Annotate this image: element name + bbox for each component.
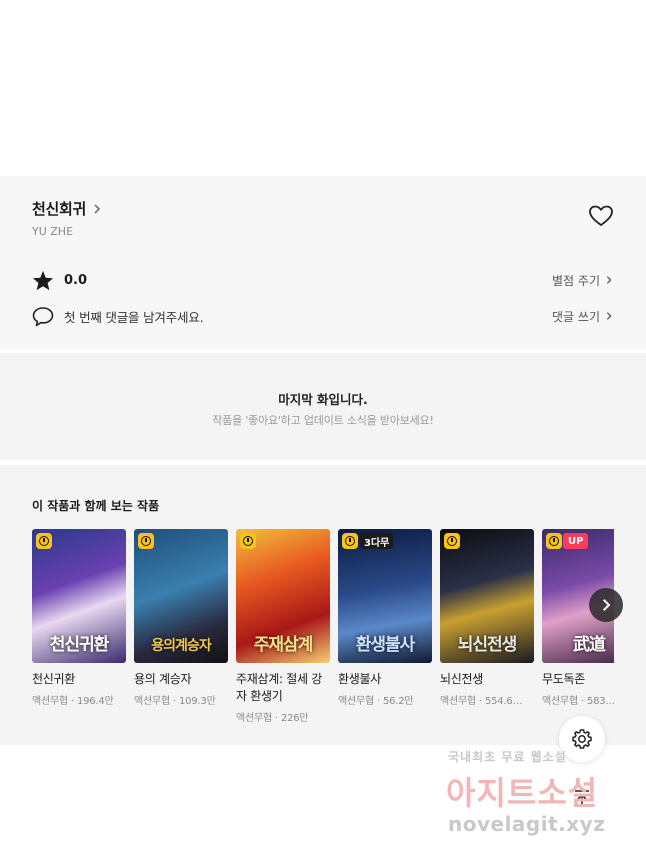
recommendation-item[interactable]: 천신귀환 천신귀환 액션무협 · 196.4만 [32, 529, 126, 724]
cover-title: 武道 [573, 635, 606, 655]
recommendation-section: 이 작품과 함께 보는 작품 천신귀환 천신귀환 액션무협 · 196.4만 용… [0, 465, 646, 745]
write-comment-label: 댓글 쓰기 [552, 309, 600, 324]
chevron-right-icon [606, 276, 612, 284]
item-views: 554.6… [484, 696, 523, 707]
cover-title: 천신귀환 [49, 635, 110, 655]
rate-button-label: 별점 주기 [552, 273, 600, 288]
chevron-right-icon [602, 599, 611, 611]
recommendation-item[interactable]: 주재삼계 주재삼계: 절세 강자 환생기 액션무협 · 226만 [236, 529, 330, 724]
recommendation-item[interactable]: UP 武道 무도독존 액션무협 · 583.… [542, 529, 614, 724]
clock-icon [342, 533, 358, 549]
cover-title: 주재삼계 [253, 635, 314, 655]
work-title: 천신회귀 [32, 200, 87, 218]
item-views: 109.3만 [178, 696, 216, 707]
item-title: 천신귀환 [32, 672, 75, 686]
last-episode-subtitle: 작품을 '좋아요'하고 업데이트 소식을 받아보세요! [212, 414, 434, 427]
recommendation-item[interactable]: 뇌신전생 뇌신전생 액션무협 · 554.6… [440, 529, 534, 724]
cover-image: 3다무 환생불사 [338, 529, 432, 663]
gear-icon [572, 729, 592, 749]
meta-separator: · [170, 696, 179, 707]
badge-up: UP [563, 533, 589, 549]
rate-button[interactable]: 별점 주기 [552, 272, 614, 289]
clock-icon [240, 533, 256, 549]
write-comment-button[interactable]: 댓글 쓰기 [552, 308, 614, 325]
item-meta: 액션무협 · 56.2만 [338, 692, 432, 707]
comment-row: 첫 번째 댓글을 남겨주세요. 댓글 쓰기 [32, 305, 614, 327]
item-meta: 액션무협 · 226만 [236, 709, 330, 724]
item-title: 뇌신전생 [440, 672, 483, 686]
item-title: 주재삼계: 절세 강자 환생기 [236, 672, 322, 703]
heart-icon[interactable] [588, 204, 614, 228]
comment-prompt: 첫 번째 댓글을 남겨주세요. [64, 309, 204, 325]
carousel-next-button[interactable] [589, 588, 623, 622]
cover-image: 천신귀환 [32, 529, 126, 663]
badge-3d: 3다무 [360, 533, 394, 549]
cover-image: 주재삼계 [236, 529, 330, 663]
item-genre: 액션무협 [338, 696, 374, 707]
item-genre: 액션무협 [236, 713, 272, 724]
recommendation-item[interactable]: 3다무 환생불사 환생불사 액션무협 · 56.2만 [338, 529, 432, 724]
item-views: 226만 [280, 713, 309, 724]
work-info-card: 천신회귀 YU ZHE 0.0 별점 주기 첫 번째 댓글을 남겨주세요. 댓글… [0, 176, 646, 349]
item-views: 583.… [586, 696, 614, 707]
cover-image: 용의계승자 [134, 529, 228, 663]
recommendation-item[interactable]: 용의계승자 용의 계승자 액션무협 · 109.3만 [134, 529, 228, 724]
clock-icon [546, 533, 562, 549]
chevron-right-icon [606, 312, 612, 320]
recommendation-heading: 이 작품과 함께 보는 작품 [32, 499, 160, 513]
item-meta: 액션무협 · 554.6… [440, 692, 534, 707]
item-genre: 액션무협 [134, 696, 170, 707]
item-title: 용의 계승자 [134, 672, 192, 686]
item-title: 환생불사 [338, 672, 381, 686]
item-meta: 액션무협 · 196.4만 [32, 692, 126, 707]
comment-bubble-icon [32, 306, 54, 326]
cover-title: 용의계승자 [151, 638, 211, 654]
cover-title: 환생불사 [355, 635, 416, 655]
settings-button[interactable] [559, 716, 605, 762]
item-meta: 액션무협 · 109.3만 [134, 692, 228, 707]
star-icon [32, 270, 54, 290]
watermark: 국내최초 무료 웹소설 아지트소설 novelagit.xyz [446, 746, 626, 846]
chevron-right-icon [94, 203, 101, 214]
last-episode-notice: 마지막 화입니다. 작품을 '좋아요'하고 업데이트 소식을 받아보세요! [0, 353, 646, 460]
item-genre: 액션무협 [32, 696, 68, 707]
item-views: 196.4만 [76, 696, 114, 707]
watermark-tagline: 국내최초 무료 웹소설 [448, 750, 567, 764]
clock-icon [36, 533, 52, 549]
item-meta: 액션무협 · 583.… [542, 692, 614, 707]
blank-area [0, 0, 646, 176]
item-genre: 액션무협 [542, 696, 578, 707]
rating-row: 0.0 별점 주기 [32, 269, 614, 291]
meta-separator: · [578, 696, 587, 707]
meta-separator: · [476, 696, 485, 707]
scroll-top-button[interactable] [566, 783, 598, 815]
meta-separator: · [68, 696, 77, 707]
work-author: YU ZHE [32, 225, 74, 238]
clock-icon [444, 533, 460, 549]
cover-image: 뇌신전생 [440, 529, 534, 663]
meta-separator: · [374, 696, 383, 707]
watermark-url: novelagit.xyz [448, 812, 606, 836]
item-views: 56.2만 [382, 696, 414, 707]
rating-value: 0.0 [64, 272, 88, 288]
recommendation-carousel: 천신귀환 천신귀환 액션무협 · 196.4만 용의계승자 용의 계승자 액션무… [32, 529, 614, 739]
clock-icon [138, 533, 154, 549]
cover-title: 뇌신전생 [457, 635, 518, 655]
item-title: 무도독존 [542, 672, 585, 686]
work-title-link[interactable]: 천신회귀 [32, 198, 103, 219]
last-episode-title: 마지막 화입니다. [278, 392, 368, 407]
arrow-up-icon [575, 790, 589, 807]
item-genre: 액션무협 [440, 696, 476, 707]
meta-separator: · [272, 713, 281, 724]
